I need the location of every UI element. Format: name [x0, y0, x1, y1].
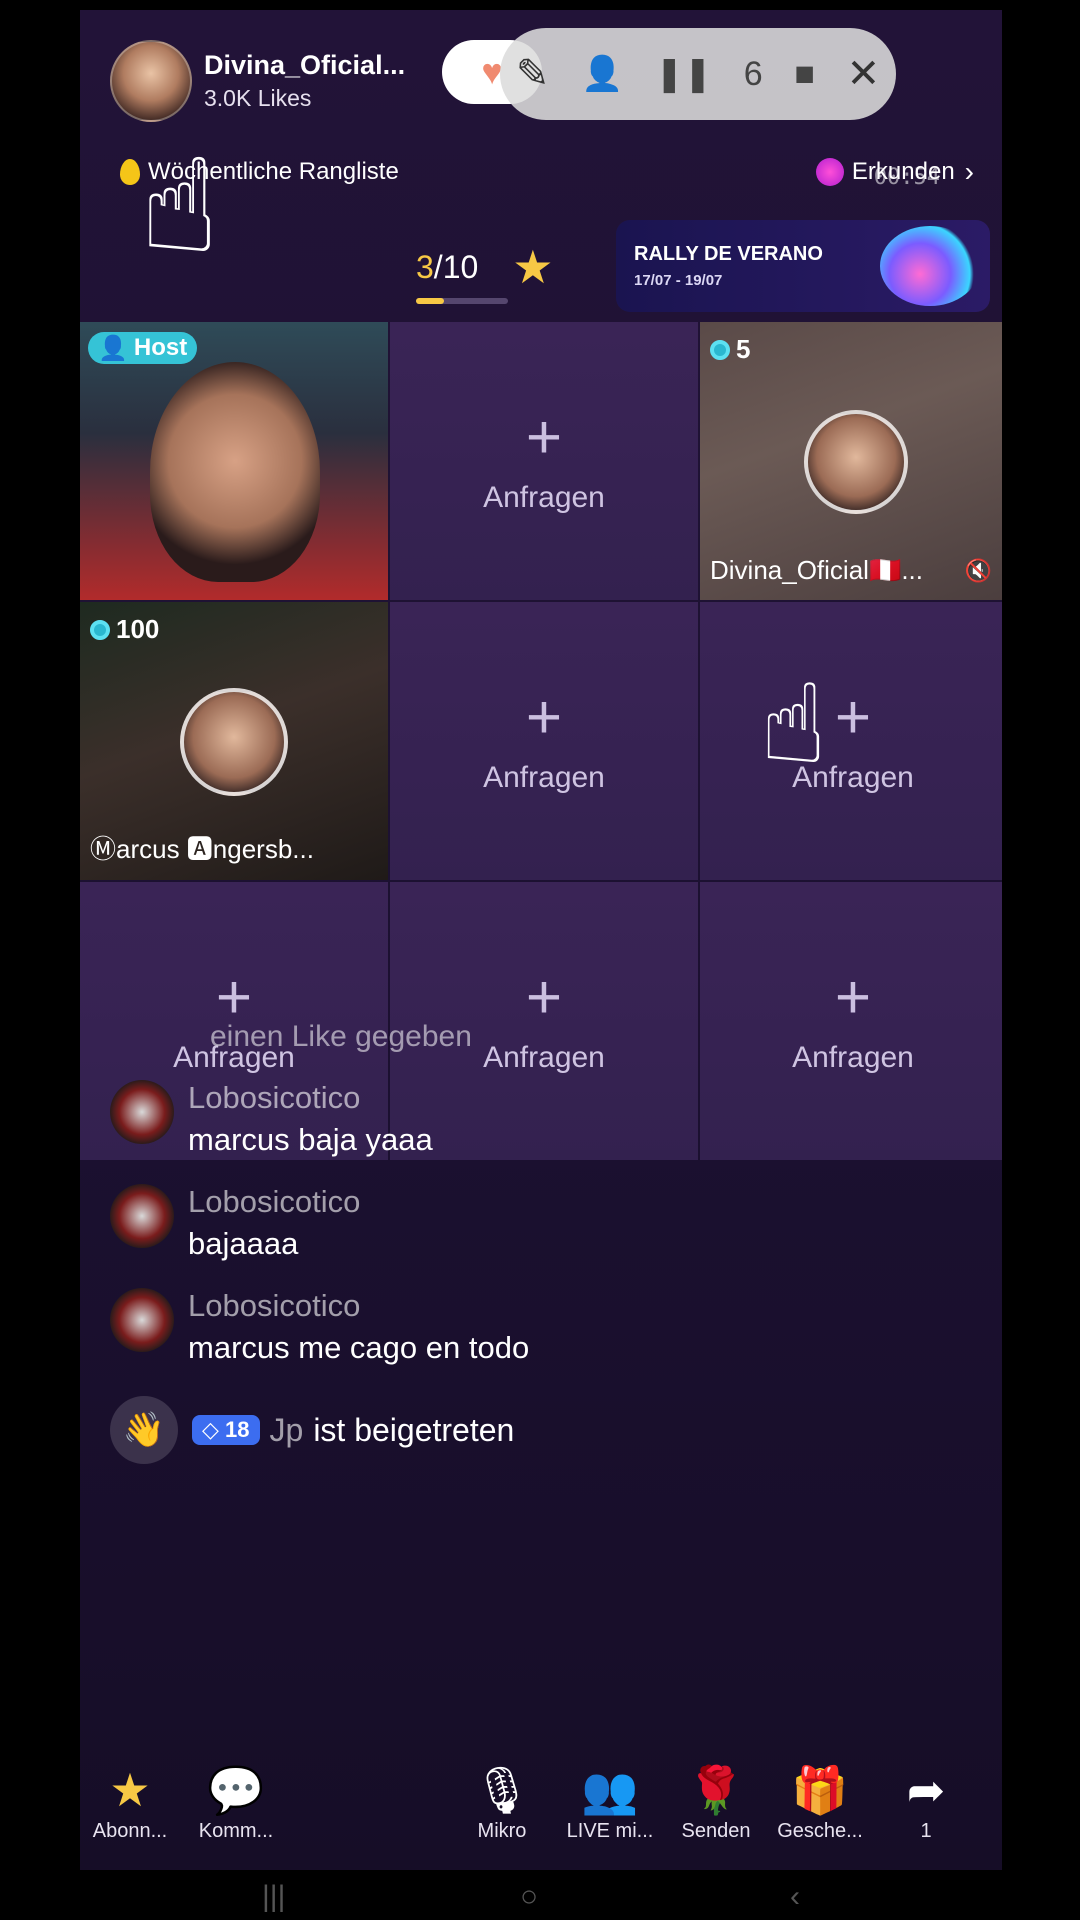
chat-username[interactable]: Lobosicotico: [188, 1288, 529, 1324]
goal-progress[interactable]: 3/10 ★: [416, 240, 554, 304]
pause-icon[interactable]: ❚❚: [655, 54, 712, 94]
muted-mic-icon: 🔇: [964, 558, 992, 583]
star-icon: ★: [512, 241, 554, 293]
home-icon[interactable]: ○: [520, 1880, 538, 1914]
guest-name: Ⓜarcus 🅰ngersb...: [90, 834, 314, 864]
live-chat[interactable]: einen Like gegeben Lobosicotico marcus b…: [110, 1020, 970, 1464]
system-message: einen Like gegeben: [210, 1020, 472, 1053]
guest-avatar: [180, 688, 288, 796]
mic-button[interactable]: 🎙 Mikro: [452, 1762, 552, 1843]
share-button[interactable]: ➦ 1: [876, 1762, 976, 1843]
touch-indicator-icon: ☝: [140, 133, 220, 279]
chevron-right-icon: ›: [964, 156, 974, 187]
user-avatar[interactable]: [110, 1184, 174, 1248]
guest-score-badge: 100: [90, 614, 159, 645]
goal-total: /10: [433, 248, 479, 285]
goal-progress-bar: [416, 298, 508, 304]
user-avatar[interactable]: [110, 1080, 174, 1144]
explore-icon: [815, 158, 844, 186]
ranking-icon: [120, 159, 140, 185]
recorder-count: 6: [743, 54, 763, 93]
request-slot[interactable]: + Anfragen: [390, 602, 698, 880]
live-screen: Divina_Oficial... 3.0K Likes ♥ ✎ 👤 ❚❚ 6 …: [80, 10, 1002, 1870]
user-icon[interactable]: 👤: [581, 54, 623, 94]
recent-apps-icon[interactable]: |||: [262, 1880, 285, 1914]
join-text: ist beigetreten: [313, 1411, 515, 1448]
level-badge: ◇ 18: [192, 1415, 260, 1445]
guest-score-badge: 5: [710, 334, 750, 365]
request-slot[interactable]: + Anfragen: [390, 322, 698, 600]
request-slot[interactable]: + Anfragen: [700, 602, 1002, 880]
share-icon: ➦: [906, 1764, 946, 1816]
join-username[interactable]: Jp: [270, 1412, 304, 1449]
tiktok-logo-icon: [880, 226, 980, 306]
person-icon: 👤: [98, 334, 128, 362]
guest-avatar: [804, 410, 908, 514]
host-video-cell[interactable]: 👤 Host: [80, 322, 388, 600]
guest-cell-divina[interactable]: 5 Divina_Oficial🇵🇪... 🔇: [700, 322, 1002, 600]
goal-current: 3: [416, 248, 434, 285]
mic-icon: 🎙: [472, 1764, 532, 1816]
subscribe-button[interactable]: ★ Abonn...: [80, 1762, 180, 1843]
user-avatar[interactable]: [110, 1288, 174, 1352]
chat-message[interactable]: Lobosicotico bajaaaa: [110, 1184, 970, 1262]
stop-icon[interactable]: ■: [794, 55, 815, 94]
screen-recorder-overlay: ✎ 👤 ❚❚ 6 ■ ✕: [500, 28, 896, 120]
guest-name: Divina_Oficial🇵🇪...: [710, 555, 923, 585]
system-nav-bar: ||| ○ ‹: [0, 1880, 1080, 1920]
plus-icon: +: [834, 683, 872, 752]
host-profile[interactable]: Divina_Oficial... 3.0K Likes: [110, 36, 430, 126]
close-icon[interactable]: ✕: [847, 51, 881, 97]
explore-label: Erkunden: [851, 158, 955, 185]
host-badge: 👤 Host: [88, 332, 198, 364]
star-icon: ★: [109, 1764, 151, 1816]
rose-icon: 🌹: [687, 1764, 745, 1816]
wave-icon[interactable]: 👋: [110, 1396, 178, 1464]
join-notification: 👋 ◇ 18 Jp ist beigetreten: [110, 1396, 970, 1464]
host-likes: 3.0K Likes: [204, 85, 312, 111]
chat-username[interactable]: Lobosicotico: [188, 1184, 360, 1220]
pencil-icon[interactable]: ✎: [516, 51, 550, 97]
chat-text: marcus me cago en todo: [188, 1330, 530, 1365]
chat-text: marcus baja yaaa: [188, 1122, 433, 1157]
back-icon[interactable]: ‹: [790, 1880, 800, 1914]
goal-progress-fill: [416, 298, 444, 304]
people-icon: 👥: [581, 1764, 639, 1816]
plus-icon: +: [525, 683, 563, 752]
comment-icon: 💬: [207, 1764, 265, 1816]
coin-icon: [90, 619, 110, 640]
chat-message[interactable]: Lobosicotico marcus me cago en todo: [110, 1288, 970, 1366]
event-banner[interactable]: RALLY DE VERANO 17/07 - 19/07: [616, 220, 990, 312]
coin-icon: [710, 339, 730, 360]
guest-cell-marcus[interactable]: 100 Ⓜarcus 🅰ngersb...: [80, 602, 388, 880]
chat-message[interactable]: Lobosicotico marcus baja yaaa: [110, 1080, 970, 1158]
request-label: Anfragen: [483, 761, 605, 794]
bottom-action-bar: ★ Abonn... 💬 Komm... 🎙 Mikro 👥 LIVE mi..…: [80, 1762, 1002, 1862]
chat-username[interactable]: Lobosicotico: [188, 1080, 433, 1116]
plus-icon: +: [525, 403, 563, 472]
send-rose-button[interactable]: 🌹 Senden: [666, 1762, 766, 1843]
request-label: Anfragen: [483, 481, 605, 514]
host-avatar[interactable]: [110, 40, 192, 122]
chat-text: bajaaaa: [188, 1226, 299, 1261]
gift-icon: 🎁: [791, 1764, 849, 1816]
host-video: [150, 362, 320, 582]
live-guests-button[interactable]: 👥 LIVE mi...: [560, 1762, 660, 1843]
gift-button[interactable]: 🎁 Gesche...: [770, 1762, 870, 1843]
comment-button[interactable]: 💬 Komm...: [186, 1762, 286, 1843]
host-name: Divina_Oficial...: [204, 50, 406, 80]
touch-indicator-icon: ☝: [760, 663, 827, 786]
explore-link[interactable]: Erkunden ›: [815, 156, 974, 188]
